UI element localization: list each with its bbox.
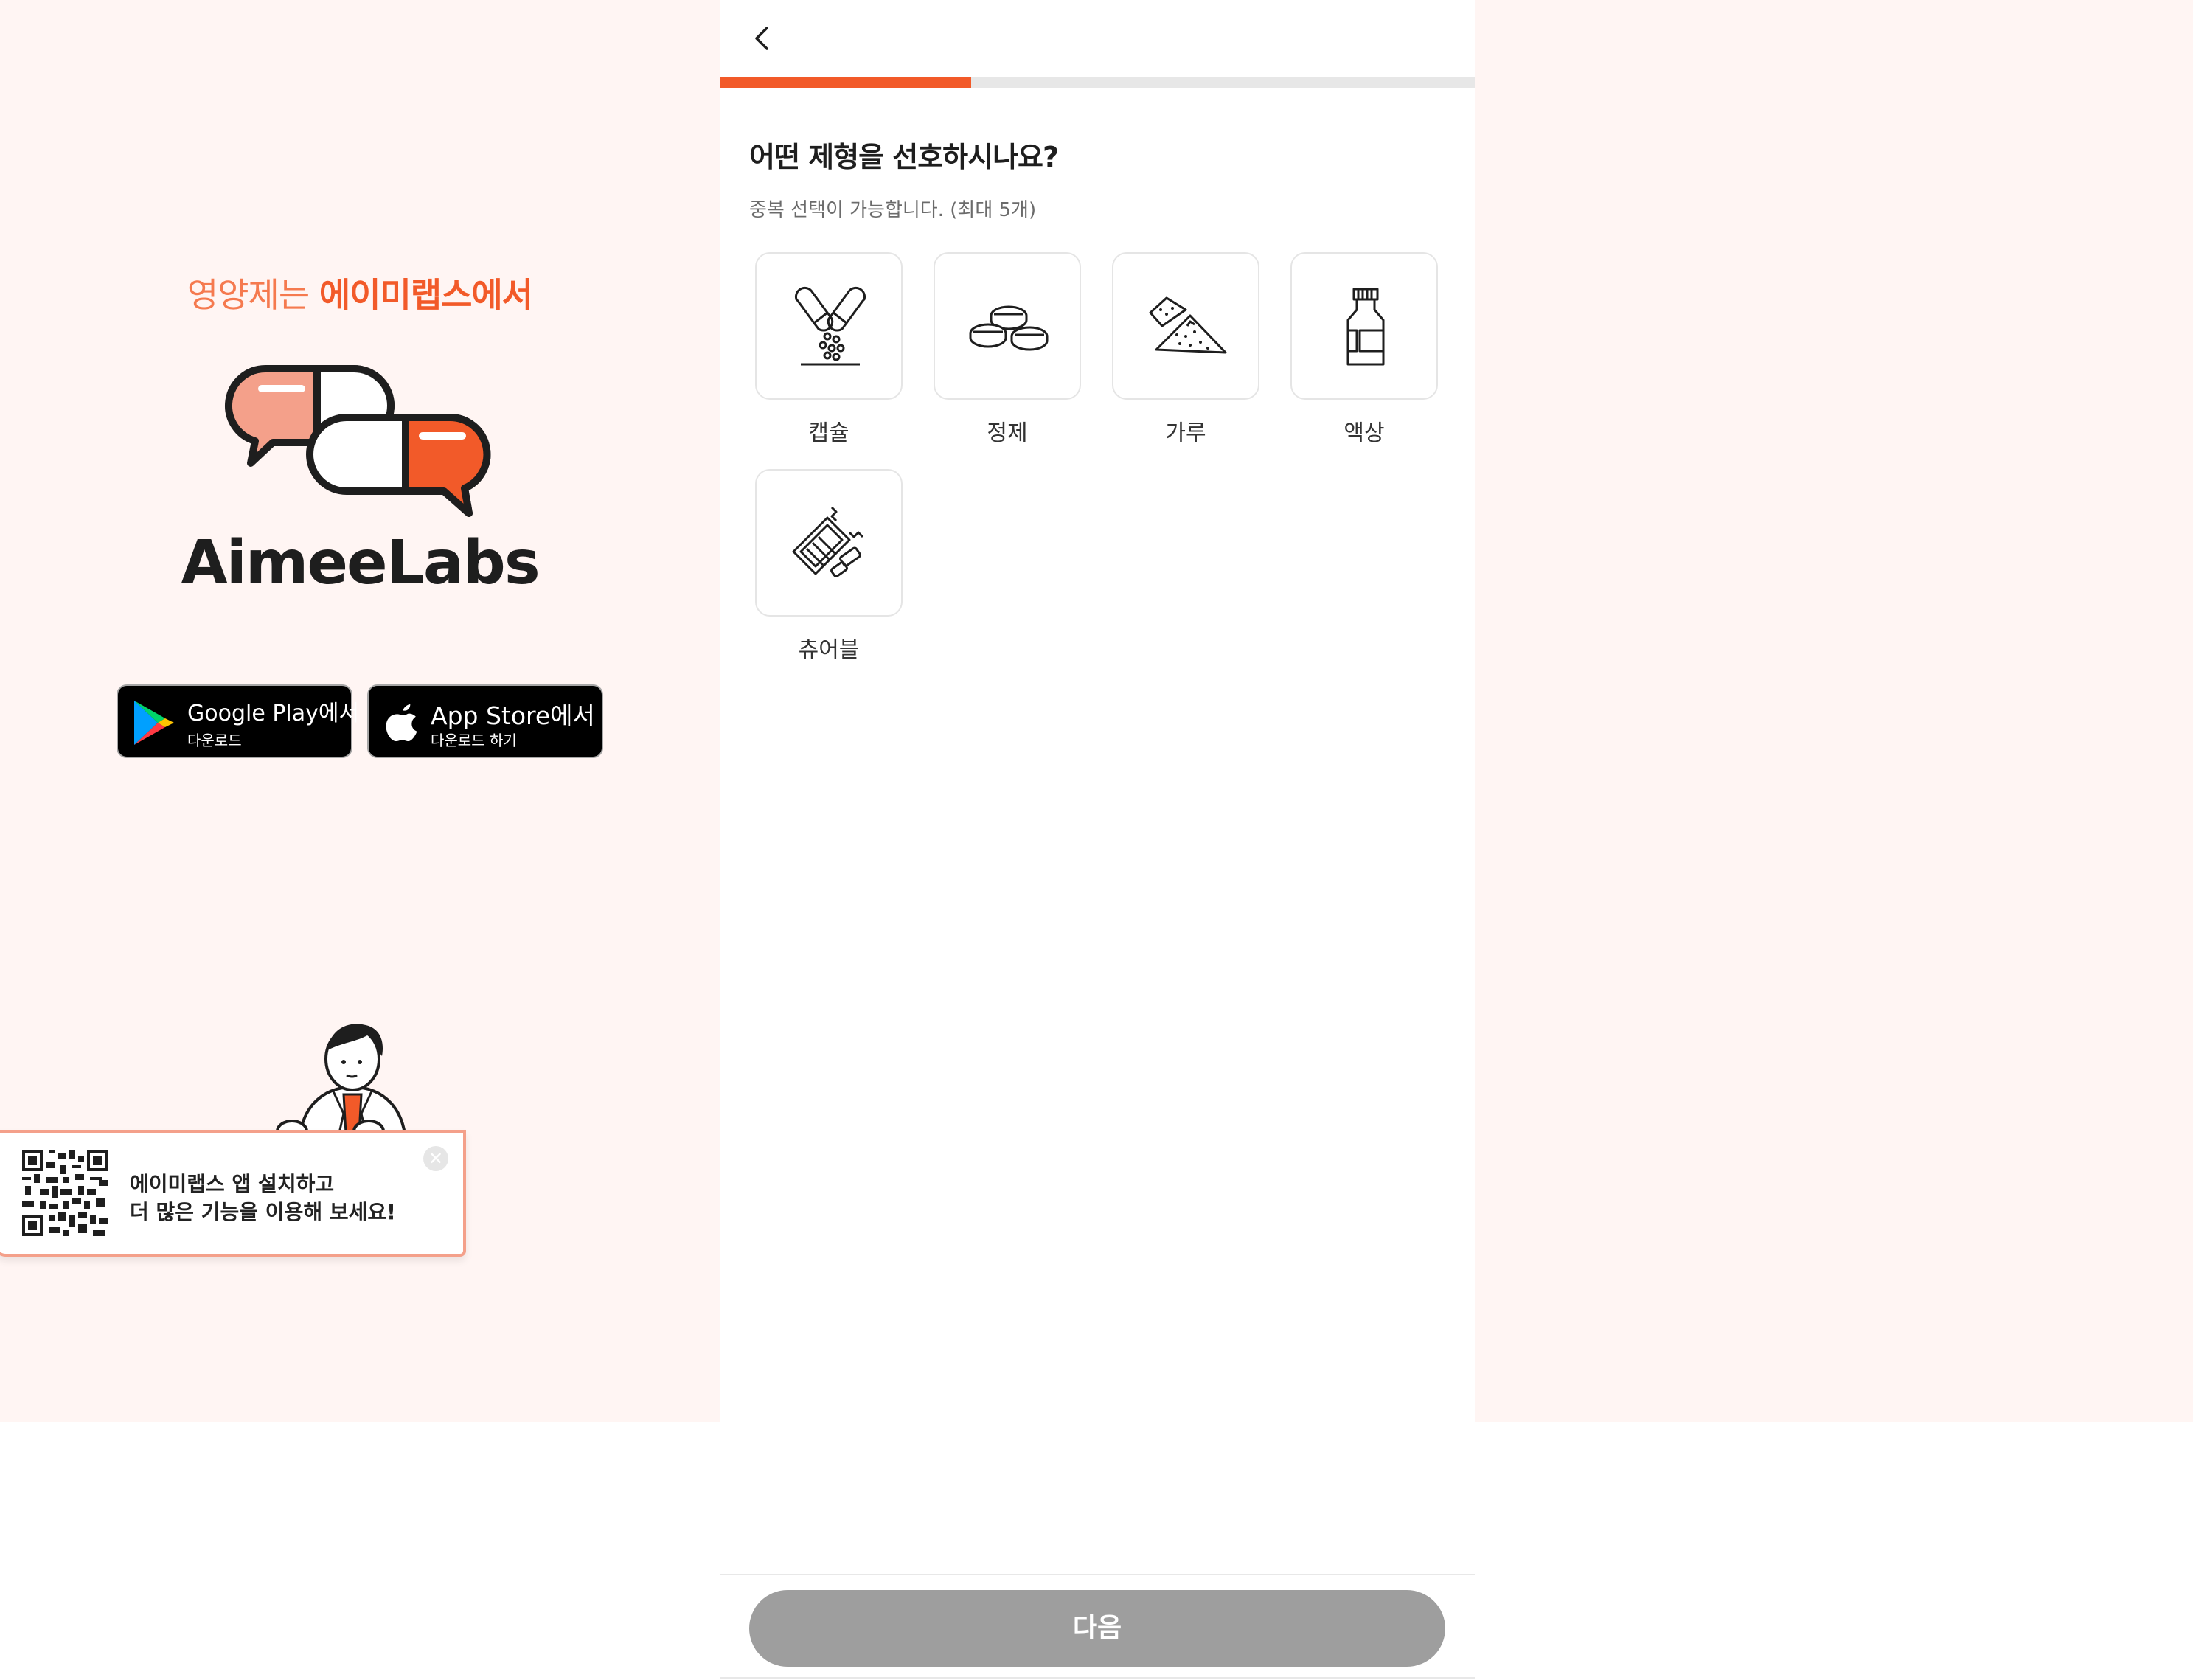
- option-powder[interactable]: 가루: [1112, 252, 1259, 447]
- option-label: 츄어블: [798, 637, 860, 663]
- option-label: 정제: [987, 420, 1028, 446]
- option-tile[interactable]: [1290, 252, 1438, 400]
- back-arrow-icon[interactable]: [742, 18, 786, 62]
- app-store-main-label: App Store에서: [431, 701, 595, 730]
- apple-icon: [386, 704, 417, 741]
- pharmacist-mascot-icon: [276, 1024, 408, 1146]
- app-store-sub-label: 다운로드 하기: [431, 732, 517, 749]
- close-icon[interactable]: ✕: [423, 1146, 448, 1171]
- footer-bottom-divider: [720, 1677, 1475, 1679]
- question-title: 어떤 제형을 선호하시나요?: [749, 141, 1059, 173]
- option-tablet[interactable]: 정제: [934, 252, 1081, 447]
- footer-divider: [720, 1574, 1475, 1575]
- liquid-bottle-icon: [1346, 288, 1385, 366]
- selection-hint: 중복 선택이 가능합니다. (최대 5개): [749, 199, 1037, 221]
- option-capsule[interactable]: 캡슐: [755, 252, 903, 447]
- option-label: 캡슐: [808, 420, 849, 446]
- left-promo-panel: 영양제는 에이미랩스에서 AimeeLabs Google Play에서 다운로…: [0, 0, 720, 1422]
- page-root: 영양제는 에이미랩스에서 AimeeLabs Google Play에서 다운로…: [0, 0, 2193, 1680]
- progress-bar: [720, 77, 1475, 88]
- google-play-sub-label: 다운로드: [187, 732, 242, 749]
- google-play-main-label: Google Play에서: [187, 701, 360, 726]
- tagline-bold: 에이미랩스에서: [319, 275, 533, 315]
- option-tile[interactable]: [755, 252, 903, 400]
- right-background: [1475, 0, 2193, 1422]
- option-liquid[interactable]: 액상: [1290, 252, 1438, 447]
- option-label: 가루: [1165, 420, 1206, 446]
- powder-icon: [1149, 296, 1227, 354]
- qr-code-icon: [22, 1150, 108, 1236]
- option-tile[interactable]: [755, 469, 903, 617]
- google-play-icon: [134, 701, 174, 745]
- promo-line-2: 더 많은 기능을 이용해 보세요!: [130, 1200, 396, 1224]
- app-store-button[interactable]: App Store에서 다운로드 하기: [367, 684, 603, 758]
- chewable-icon: [792, 506, 864, 577]
- aimeelabs-logo-icon: [225, 365, 491, 517]
- tablet-icon: [969, 305, 1049, 351]
- tagline: 영양제는 에이미랩스에서: [0, 268, 720, 317]
- next-button[interactable]: 다음: [749, 1590, 1445, 1667]
- option-tile[interactable]: [934, 252, 1081, 400]
- brand-name: AimeeLabs: [181, 528, 540, 598]
- google-play-button[interactable]: Google Play에서 다운로드: [117, 684, 359, 758]
- tagline-regular: 영양제는: [187, 275, 319, 315]
- promo-line-1: 에이미랩스 앱 설치하고: [130, 1172, 335, 1196]
- option-label: 액상: [1344, 420, 1385, 446]
- progress-bar-fill: [720, 77, 971, 88]
- option-tile[interactable]: [1112, 252, 1259, 400]
- option-chewable[interactable]: 츄어블: [755, 469, 903, 664]
- app-install-promo: 에이미랩스 앱 설치하고 더 많은 기능을 이용해 보세요! ✕: [0, 1130, 466, 1257]
- capsule-icon: [794, 286, 866, 366]
